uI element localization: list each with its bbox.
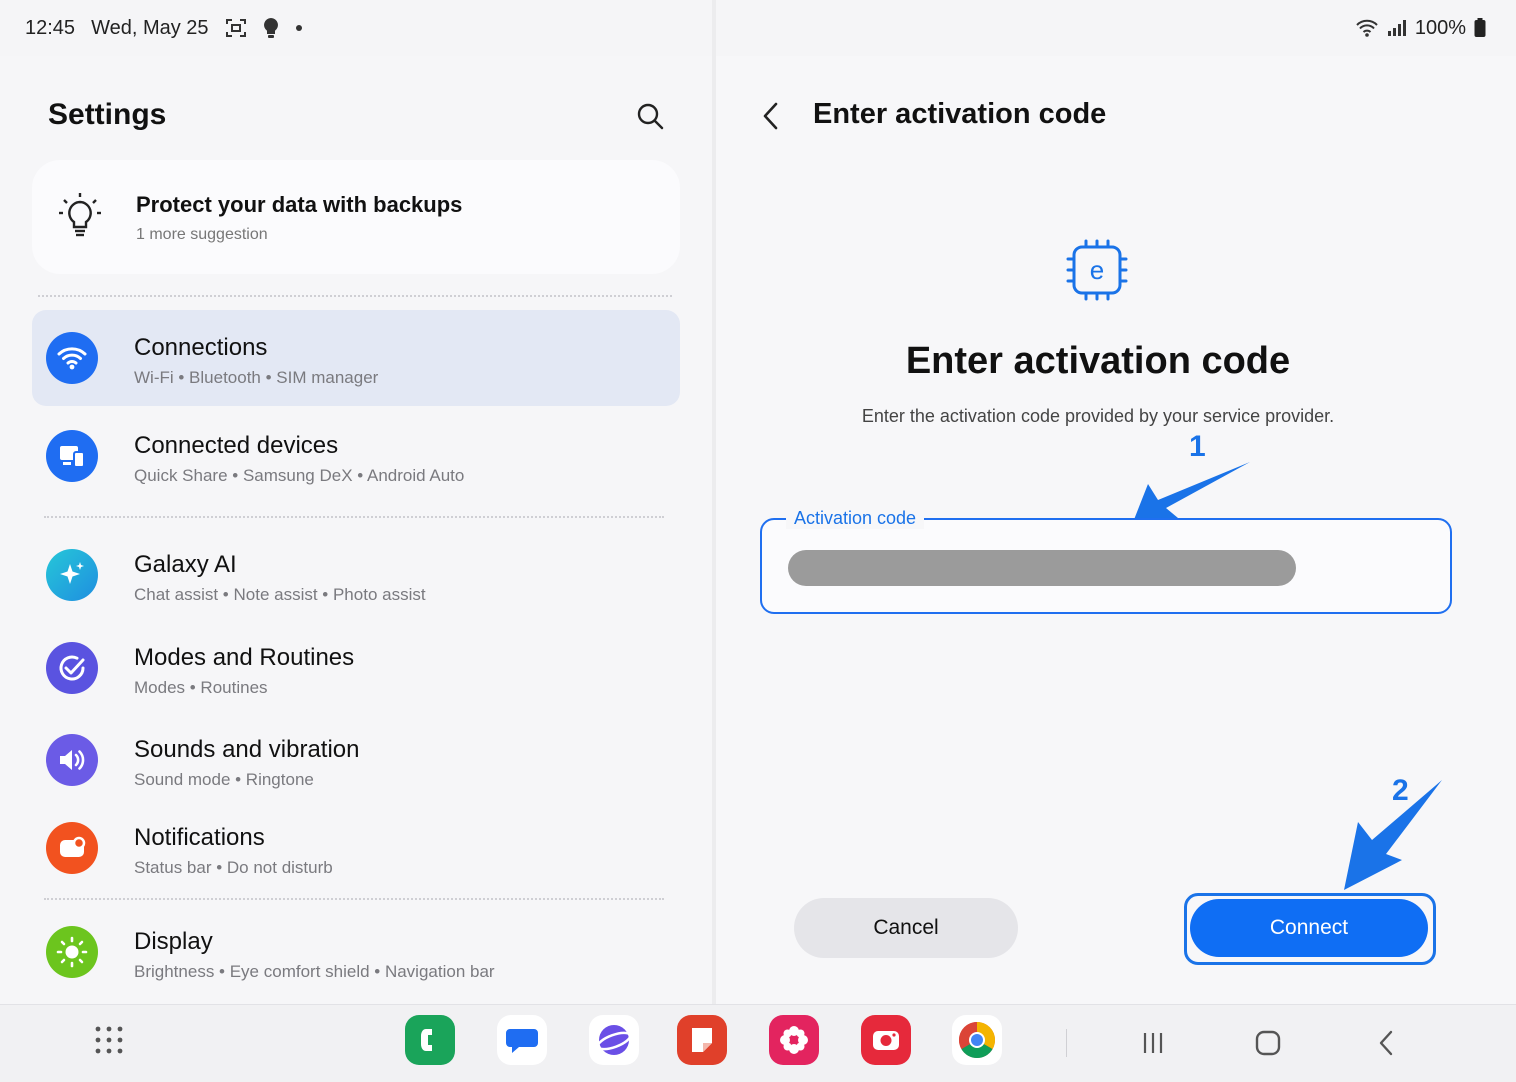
item-title: Sounds and vibration (134, 736, 360, 763)
home-button[interactable] (1248, 1025, 1288, 1061)
connect-button[interactable]: Connect (1190, 899, 1428, 957)
speaker-icon (46, 734, 98, 786)
chevron-left-icon (763, 102, 778, 130)
item-subtitle: Chat assist • Note assist • Photo assist (134, 585, 426, 604)
bulb-status-icon (263, 17, 279, 39)
item-title: Display (134, 928, 213, 955)
item-subtitle: Wi-Fi • Bluetooth • SIM manager (134, 368, 379, 387)
page-title: Enter activation code (813, 98, 1107, 130)
back-button[interactable] (756, 98, 786, 134)
settings-item-display[interactable]: Display Brightness • Eye comfort shield … (32, 904, 680, 1000)
item-subtitle: Sound mode • Ringtone (134, 770, 314, 789)
settings-item-connected-devices[interactable]: Connected devices Quick Share • Samsung … (32, 408, 680, 504)
sun-icon (46, 926, 98, 978)
battery-percent: 100% (1414, 16, 1466, 39)
status-time: 12:45 (25, 16, 76, 39)
search-button[interactable] (632, 98, 668, 134)
annotation-arrow-2-icon (1344, 780, 1442, 890)
suggestion-subtitle: 1 more suggestion (136, 226, 268, 243)
item-subtitle: Status bar • Do not disturb (134, 858, 333, 877)
phone-app-icon[interactable] (405, 1015, 455, 1065)
activation-heading: Enter activation code (905, 340, 1291, 382)
battery-icon (1474, 18, 1486, 38)
item-subtitle: Brightness • Eye comfort shield • Naviga… (134, 962, 495, 981)
settings-item-galaxy-ai[interactable]: Galaxy AI Chat assist • Note assist • Ph… (32, 527, 680, 623)
item-title: Connections (134, 334, 268, 361)
nav-back-button[interactable] (1366, 1025, 1406, 1061)
notification-icon (46, 822, 98, 874)
cancel-button[interactable]: Cancel (794, 898, 1018, 958)
recents-icon (1143, 1033, 1163, 1053)
recents-button[interactable] (1133, 1025, 1173, 1061)
annotation-number-1: 1 (1189, 430, 1206, 463)
activation-code-field[interactable]: Activation code (760, 508, 1452, 614)
signal-icon (1387, 19, 1407, 37)
settings-item-sounds-vibration[interactable]: Sounds and vibration Sound mode • Ringto… (32, 712, 680, 808)
divider (44, 898, 664, 900)
dock-separator (1066, 1029, 1067, 1057)
camera-app-icon[interactable] (861, 1015, 911, 1065)
home-icon (1255, 1030, 1281, 1056)
backup-suggestion-card[interactable]: Protect your data with backups 1 more su… (32, 160, 680, 274)
activation-code-input[interactable] (788, 550, 1296, 586)
chrome-app-icon[interactable] (952, 1015, 1002, 1065)
grid-icon (95, 1026, 123, 1054)
settings-pane: Settings Protect your data with backups … (0, 56, 712, 1004)
activation-code-label: Activation code (786, 508, 925, 529)
activation-description: Enter the activation code provided by yo… (861, 406, 1335, 426)
devices-icon (46, 430, 98, 482)
item-title: Modes and Routines (134, 644, 355, 671)
app-drawer-button[interactable] (84, 1015, 134, 1065)
suggestion-title: Protect your data with backups (136, 192, 463, 217)
gallery-app-icon[interactable] (769, 1015, 819, 1065)
check-circle-icon (46, 642, 98, 694)
item-title: Notifications (134, 824, 265, 851)
activation-pane: Enter activation code e Enter activation… (716, 56, 1516, 1004)
settings-item-connections[interactable]: Connections Wi-Fi • Bluetooth • SIM mana… (32, 310, 680, 406)
lightbulb-icon (58, 192, 102, 245)
svg-text:e: e (1090, 255, 1104, 285)
search-icon (637, 103, 664, 130)
sparkle-icon (46, 549, 98, 601)
status-bar: 12:45 Wed, May 25 100% (0, 0, 1516, 56)
settings-item-notifications[interactable]: Notifications Status bar • Do not distur… (32, 800, 680, 896)
status-date: Wed, May 25 (91, 16, 209, 39)
dot-icon (295, 24, 303, 32)
notes-app-icon[interactable] (677, 1015, 727, 1065)
internet-app-icon[interactable] (589, 1015, 639, 1065)
messages-app-icon[interactable] (497, 1015, 547, 1065)
back-icon (1379, 1030, 1393, 1056)
item-title: Galaxy AI (134, 551, 237, 578)
settings-item-modes-routines[interactable]: Modes and Routines Modes • Routines (32, 620, 680, 716)
divider (38, 295, 672, 297)
settings-title: Settings (48, 98, 167, 131)
taskbar (0, 1004, 1516, 1082)
wifi-status-icon (1355, 18, 1379, 38)
item-title: Connected devices (134, 432, 339, 459)
item-subtitle: Quick Share • Samsung DeX • Android Auto (134, 466, 465, 485)
divider (44, 516, 664, 518)
wifi-icon (46, 332, 98, 384)
esim-chip-icon: e (1066, 239, 1128, 306)
screenshot-icon (225, 18, 247, 38)
item-subtitle: Modes • Routines (134, 678, 268, 697)
